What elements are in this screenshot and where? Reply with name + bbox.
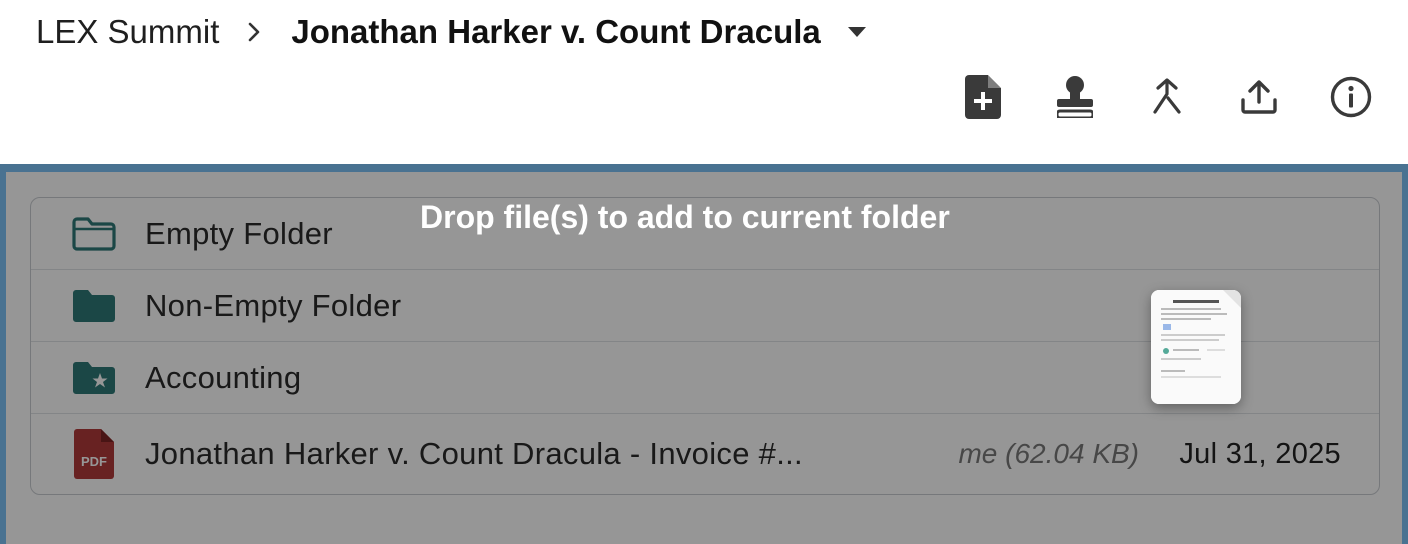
drop-message: Drop file(s) to add to current folder [420,199,950,235]
new-document-button[interactable] [960,74,1006,124]
breadcrumb-root[interactable]: LEX Summit [36,13,219,51]
stamp-button[interactable] [1052,75,1098,123]
merge-icon [1152,77,1182,121]
breadcrumb-current: Jonathan Harker v. Count Dracula [291,13,821,50]
upload-icon [1241,79,1277,119]
header: LEX Summit Jonathan Harker v. Count Drac… [0,0,1408,164]
caret-down-icon[interactable] [847,26,867,38]
info-icon [1330,76,1372,123]
breadcrumb: LEX Summit Jonathan Harker v. Count Drac… [36,10,867,54]
info-button[interactable] [1328,76,1374,122]
drag-preview-thumbnail [1151,290,1241,404]
upload-button[interactable] [1236,76,1282,122]
toolbar [960,74,1374,124]
merge-button[interactable] [1144,76,1190,122]
new-document-icon [965,74,1001,124]
chevron-right-icon [243,21,265,43]
stamp-icon [1055,75,1095,123]
